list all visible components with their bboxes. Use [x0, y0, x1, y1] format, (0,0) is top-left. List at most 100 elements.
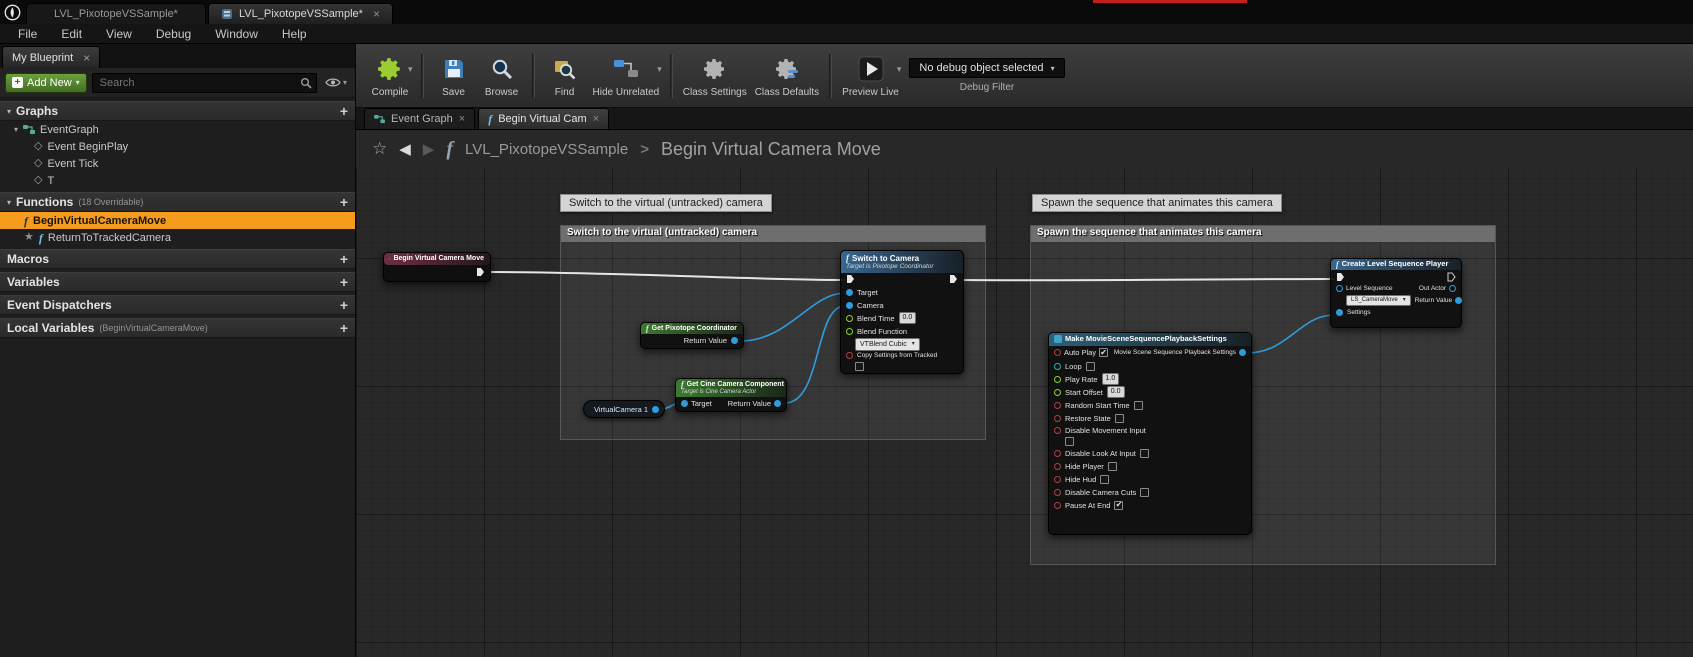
- exec-out-pin[interactable]: [476, 267, 485, 277]
- add-event-dispatcher-button[interactable]: +: [340, 298, 348, 312]
- blend-time-pin[interactable]: [846, 315, 853, 322]
- random-start-time-checkbox[interactable]: [1134, 401, 1143, 410]
- close-icon[interactable]: ×: [459, 113, 465, 125]
- window-tab-level[interactable]: LVL_PixotopeVSSample*: [26, 3, 206, 24]
- hide-player-checkbox[interactable]: [1108, 462, 1117, 471]
- comment-bubble-spawn-sequence[interactable]: Spawn the sequence that animates this ca…: [1032, 194, 1282, 212]
- target-pin[interactable]: [681, 400, 688, 407]
- hide-hud-checkbox[interactable]: [1100, 475, 1109, 484]
- close-icon[interactable]: ×: [593, 113, 599, 125]
- menu-file[interactable]: File: [6, 27, 49, 41]
- preview-live-button[interactable]: Preview Live: [838, 54, 903, 98]
- close-icon[interactable]: ×: [373, 7, 380, 21]
- functions-section-header[interactable]: ▾ Functions (18 Overridable) +: [0, 192, 355, 212]
- expander-icon[interactable]: ▾: [14, 125, 18, 134]
- return-value-pin[interactable]: [731, 337, 738, 344]
- pause-at-end-pin[interactable]: [1054, 502, 1061, 509]
- add-new-button[interactable]: + Add New ▾: [5, 73, 87, 93]
- node-get-pixotope-coordinator[interactable]: f Get Pixotope Coordinator Return Value: [640, 322, 744, 349]
- chevron-down-icon[interactable]: ▾: [408, 64, 413, 75]
- macros-section-header[interactable]: Macros +: [0, 249, 355, 269]
- breadcrumb-parent[interactable]: LVL_PixotopeVSSample: [465, 141, 628, 158]
- disable-camera-cuts-checkbox[interactable]: [1140, 488, 1149, 497]
- tab-begin-virtual-camera-move[interactable]: f Begin Virtual Cam ×: [478, 108, 609, 129]
- node-make-playback-settings[interactable]: Make MovieSceneSequencePlaybackSettings …: [1048, 332, 1252, 535]
- exec-in-pin[interactable]: [846, 274, 855, 284]
- tree-item-event-beginplay[interactable]: ◇ Event BeginPlay: [0, 138, 355, 155]
- out-actor-pin[interactable]: [1449, 285, 1456, 292]
- node-virtual-camera-variable[interactable]: VirtualCamera 1: [583, 400, 665, 418]
- exec-out-pin[interactable]: [1447, 272, 1456, 282]
- tree-item-returntotrackedcamera[interactable]: ★ f ReturnToTrackedCamera: [0, 229, 355, 246]
- window-tab-blueprint[interactable]: LVL_PixotopeVSSample* ×: [208, 3, 393, 24]
- loop-checkbox[interactable]: [1086, 362, 1095, 371]
- expander-icon[interactable]: ▾: [7, 107, 11, 116]
- start-offset-input[interactable]: 0.0: [1107, 386, 1125, 398]
- disable-look-at-input-checkbox[interactable]: [1140, 449, 1149, 458]
- node-create-level-sequence-player[interactable]: f Create Level Sequence Player Level Seq…: [1330, 258, 1462, 328]
- level-sequence-asset-dropdown[interactable]: LS_CameraMove ▾: [1346, 295, 1411, 306]
- copy-settings-pin[interactable]: [846, 352, 853, 359]
- blend-function-pin[interactable]: [846, 328, 853, 335]
- blend-function-dropdown[interactable]: VTBlend Cubic ▾: [855, 338, 920, 351]
- comment-bubble-switch-camera[interactable]: Switch to the virtual (untracked) camera: [560, 194, 772, 212]
- add-variable-button[interactable]: +: [340, 275, 348, 289]
- camera-pin[interactable]: [846, 302, 853, 309]
- debug-object-dropdown[interactable]: No debug object selected ▾: [909, 58, 1064, 78]
- add-macro-button[interactable]: +: [340, 252, 348, 266]
- menu-view[interactable]: View: [94, 27, 144, 41]
- chevron-down-icon[interactable]: ▾: [657, 64, 662, 75]
- menu-window[interactable]: Window: [203, 27, 270, 41]
- menu-edit[interactable]: Edit: [49, 27, 94, 41]
- disable-look-at-input-pin[interactable]: [1054, 450, 1061, 457]
- class-settings-button[interactable]: Class Settings: [679, 54, 751, 98]
- disable-camera-cuts-pin[interactable]: [1054, 489, 1061, 496]
- hide-hud-pin[interactable]: [1054, 476, 1061, 483]
- auto-play-checkbox[interactable]: ✔: [1099, 348, 1108, 357]
- auto-play-pin[interactable]: [1054, 349, 1061, 356]
- copy-settings-checkbox[interactable]: [855, 362, 864, 371]
- tree-item-t[interactable]: ◇ T: [0, 172, 355, 189]
- chevron-down-icon[interactable]: ▾: [897, 64, 902, 75]
- return-value-pin[interactable]: [774, 400, 781, 407]
- random-start-time-pin[interactable]: [1054, 402, 1061, 409]
- tree-item-event-tick[interactable]: ◇ Event Tick: [0, 155, 355, 172]
- start-offset-pin[interactable]: [1054, 389, 1061, 396]
- compile-button[interactable]: Compile: [366, 54, 414, 98]
- menu-help[interactable]: Help: [270, 27, 319, 41]
- local-variables-section-header[interactable]: Local Variables (BeginVirtualCameraMove)…: [0, 318, 355, 338]
- find-button[interactable]: Find: [541, 54, 589, 98]
- exec-in-pin[interactable]: [1336, 272, 1345, 282]
- event-dispatchers-section-header[interactable]: Event Dispatchers +: [0, 295, 355, 315]
- target-pin[interactable]: [846, 289, 853, 296]
- node-begin-virtual-camera-move[interactable]: Begin Virtual Camera Move: [383, 252, 491, 282]
- back-arrow-icon[interactable]: ◀: [399, 140, 411, 158]
- close-icon[interactable]: ×: [83, 51, 90, 65]
- favorite-star-icon[interactable]: ☆: [372, 139, 387, 159]
- forward-arrow-icon[interactable]: ▶: [423, 140, 435, 158]
- expander-icon[interactable]: ▾: [7, 198, 11, 207]
- play-rate-input[interactable]: 1.0: [1102, 373, 1120, 385]
- panel-tab-my-blueprint[interactable]: My Blueprint ×: [2, 46, 100, 68]
- menu-debug[interactable]: Debug: [144, 27, 203, 41]
- tree-item-eventgraph[interactable]: ▾ EventGraph: [0, 121, 355, 138]
- add-graph-button[interactable]: +: [340, 104, 348, 118]
- restore-state-pin[interactable]: [1054, 415, 1061, 422]
- loop-pin[interactable]: [1054, 363, 1061, 370]
- variable-out-pin[interactable]: [652, 406, 659, 413]
- restore-state-checkbox[interactable]: [1115, 414, 1124, 423]
- pause-at-end-checkbox[interactable]: ✔: [1114, 501, 1123, 510]
- play-rate-pin[interactable]: [1054, 376, 1061, 383]
- tab-event-graph[interactable]: Event Graph ×: [364, 108, 475, 129]
- graphs-section-header[interactable]: ▾ Graphs +: [0, 101, 355, 121]
- graph-canvas[interactable]: ☆ ◀ ▶ f LVL_PixotopeVSSample > Begin Vir…: [356, 130, 1693, 657]
- hide-player-pin[interactable]: [1054, 463, 1061, 470]
- node-switch-to-camera[interactable]: f Switch to Camera Target is Pixotope Co…: [840, 250, 964, 374]
- exec-out-pin[interactable]: [949, 274, 958, 284]
- blend-time-input[interactable]: 0.0: [899, 312, 917, 324]
- level-sequence-pin[interactable]: [1336, 285, 1343, 292]
- settings-pin[interactable]: [1336, 309, 1343, 316]
- save-button[interactable]: Save: [430, 54, 478, 98]
- node-get-cine-camera-component[interactable]: f Get Cine Camera Component Target is Ci…: [675, 378, 787, 412]
- settings-out-pin[interactable]: [1239, 349, 1246, 356]
